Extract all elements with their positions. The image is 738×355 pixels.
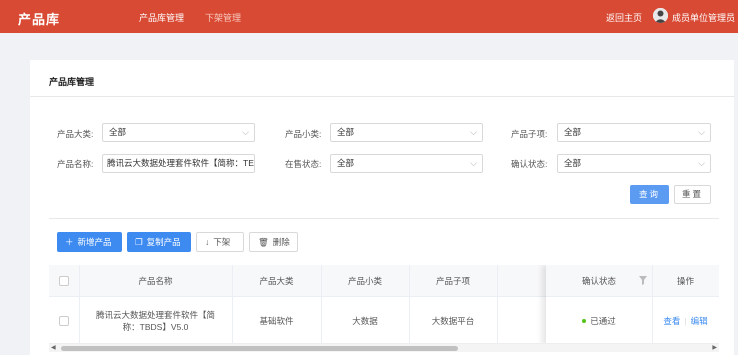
confirm-status-select[interactable]: 全部 ⌵ [557, 154, 711, 173]
row-checkbox[interactable] [59, 316, 69, 326]
copy-product-label: 复制产品 [146, 237, 181, 247]
confirm-status-text: 已通过 [590, 316, 616, 326]
sale-status-select[interactable]: 全部 ⌵ [330, 154, 483, 173]
scrollbar-thumb[interactable] [61, 346, 458, 351]
copy-product-button[interactable]: ❐ 复制产品 [127, 232, 191, 252]
column-header-category[interactable]: 产品大类 [232, 265, 321, 297]
chevron-down-icon: ⌵ [698, 158, 705, 168]
delete-label: 删除 [272, 237, 290, 247]
chevron-down-icon: ⌵ [698, 127, 705, 137]
sale-status-label: 在售状态: [285, 159, 322, 169]
off-shelf-button[interactable]: ↓ 下架 [196, 232, 244, 252]
select-all-checkbox[interactable] [59, 276, 69, 286]
arrow-down-icon: ↓ [205, 237, 210, 247]
chevron-down-icon: ⌵ [470, 158, 477, 168]
chevron-down-icon: ⌵ [242, 127, 249, 137]
view-link[interactable]: 查看 [663, 315, 680, 327]
subcategory-label: 产品小类: [285, 129, 322, 139]
category-label: 产品大类: [57, 129, 94, 139]
name-label: 产品名称: [57, 159, 94, 169]
top-header: 产品库 产品库管理 下架管理 返回主页 成员单位管理员 [0, 0, 738, 33]
category-select-value: 全部 [109, 127, 127, 137]
nav-product-library[interactable]: 产品库管理 [139, 11, 184, 24]
subcategory-select[interactable]: 全部 ⌵ [330, 123, 483, 142]
query-button[interactable]: 查询 [630, 185, 669, 204]
sale-status-select-value: 全部 [337, 158, 355, 168]
chevron-down-icon: ⌵ [470, 127, 477, 137]
cell-subitem: 大数据平台 [431, 316, 475, 326]
cell-confirm-status: 已通过 [546, 297, 652, 345]
plus-icon: ＋ [65, 237, 74, 247]
category-select[interactable]: 全部 ⌵ [102, 123, 255, 142]
main-card: 产品库管理 产品大类: 全部 ⌵ 产品小类: 全部 ⌵ 产品子项: 全部 ⌵ 产… [30, 60, 738, 355]
filter-icon[interactable] [639, 276, 647, 287]
scroll-left-icon[interactable]: ◀ [51, 344, 56, 353]
column-header-actions: 操作 [676, 276, 694, 286]
status-dot-icon [582, 319, 587, 323]
product-table: 产品名称 产品大类 产品小类 产品子项 在 腾讯云大数据处理套件软件【简称：TB… [49, 265, 719, 355]
brand-logo: 产品库 [18, 12, 61, 27]
column-header-subcategory[interactable]: 产品小类 [321, 265, 409, 297]
column-header-name[interactable]: 产品名称 [79, 265, 232, 297]
fixed-right-columns: 确认状态 操作 已通过 查看 | 编辑 [546, 265, 719, 347]
cell-category: 基础软件 [259, 316, 294, 326]
scroll-right-icon[interactable]: ▶ [712, 344, 717, 353]
cell-product-name: 腾讯云大数据处理套件软件【简称：TBDS】V5.0 [95, 310, 215, 332]
column-header-subitem[interactable]: 产品子项 [409, 265, 497, 297]
delete-button[interactable]: 🗑 删除 [249, 232, 298, 252]
user-name[interactable]: 成员单位管理员 [672, 11, 735, 24]
page-edge [734, 33, 738, 355]
reset-button[interactable]: 重置 [674, 185, 711, 204]
subitem-select[interactable]: 全部 ⌵ [557, 123, 711, 142]
subcategory-select-value: 全部 [337, 127, 355, 137]
product-name-input[interactable]: 腾讯云大数据处理套件软件【简称：TE [102, 154, 255, 173]
cell-actions: 查看 | 编辑 [652, 297, 719, 345]
horizontal-scrollbar[interactable]: ◀ ▶ [49, 343, 719, 352]
subitem-label: 产品子项: [511, 129, 548, 139]
nav-off-shelf-management[interactable]: 下架管理 [205, 11, 241, 24]
page-title: 产品库管理 [49, 77, 95, 87]
confirm-status-select-value: 全部 [564, 158, 582, 168]
copy-icon: ❐ [135, 237, 143, 247]
add-product-label: 新增产品 [77, 237, 112, 247]
divider [30, 96, 738, 97]
off-shelf-label: 下架 [213, 237, 231, 247]
trash-icon: 🗑 [258, 237, 269, 247]
link-separator: | [684, 316, 687, 326]
subitem-select-value: 全部 [564, 127, 582, 137]
cell-subcategory: 大数据 [352, 316, 378, 326]
back-home-link[interactable]: 返回主页 [606, 11, 642, 24]
add-product-button[interactable]: ＋新增产品 [57, 232, 122, 252]
column-header-confirm-status[interactable]: 确认状态 [546, 265, 652, 297]
user-avatar-icon[interactable] [653, 8, 668, 23]
confirm-status-label: 确认状态: [511, 159, 548, 169]
edit-link[interactable]: 编辑 [691, 315, 708, 327]
divider [49, 218, 719, 219]
